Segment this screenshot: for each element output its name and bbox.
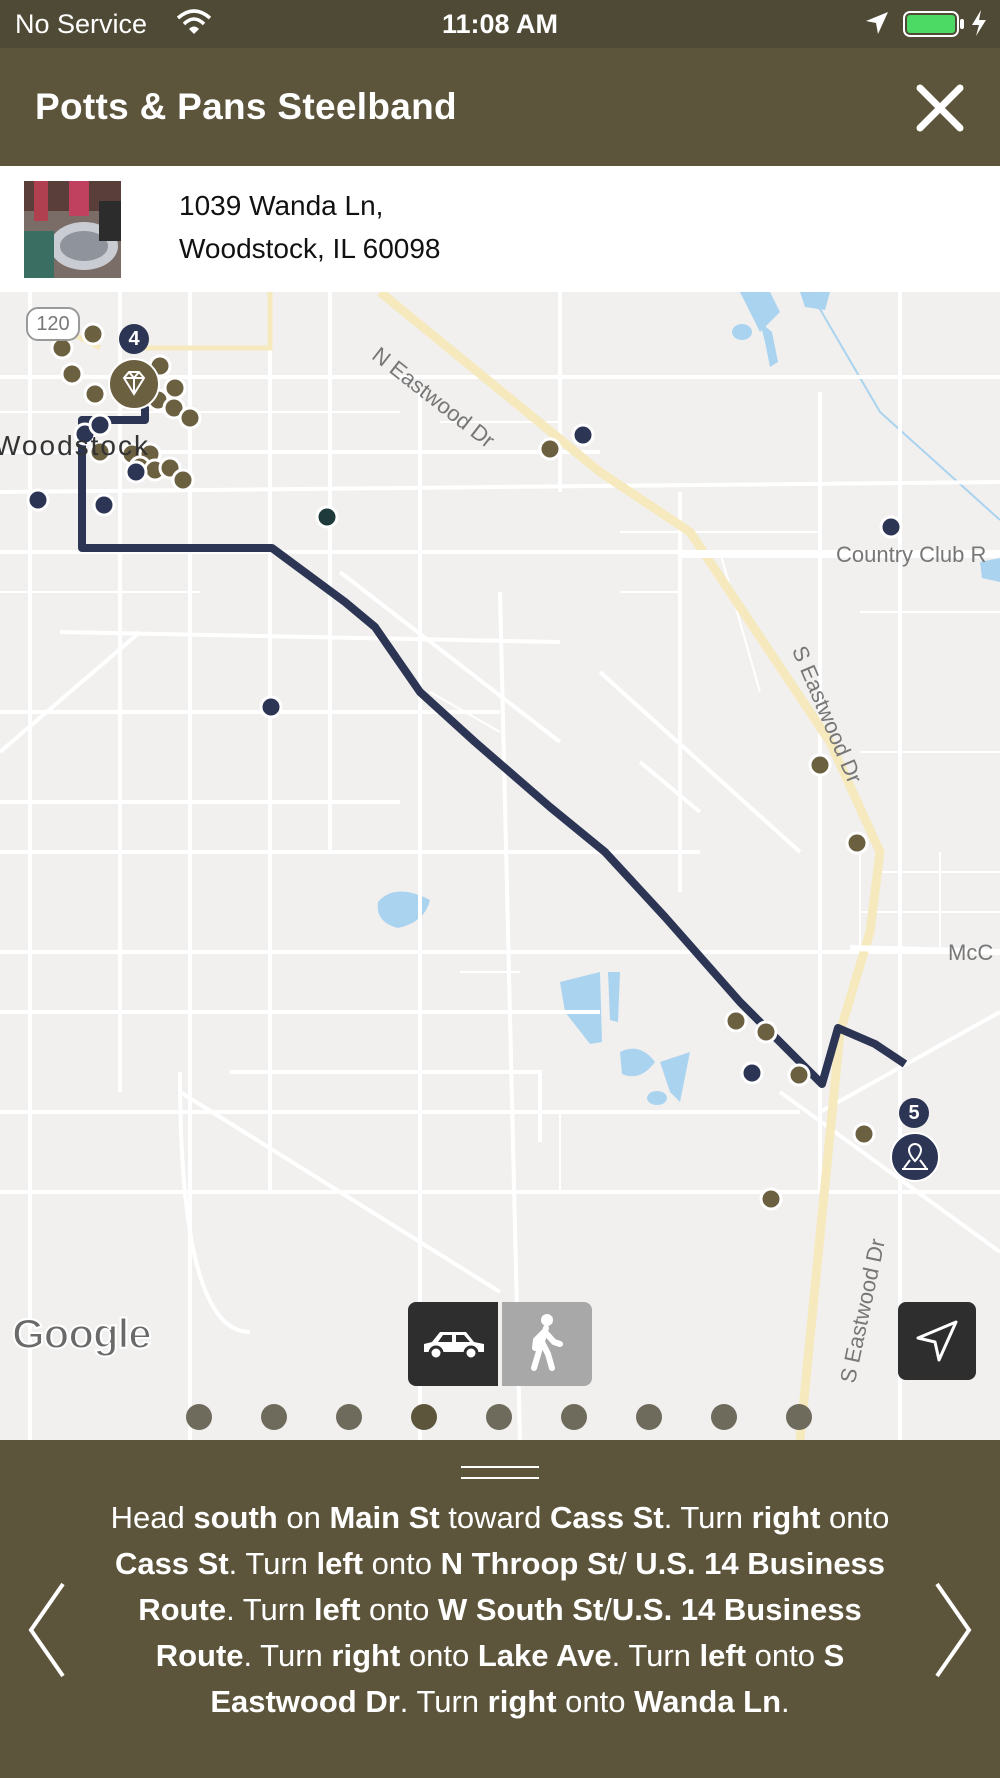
direction-keyword: Cass St (549, 1500, 664, 1535)
direction-text: onto (363, 1546, 441, 1581)
close-button[interactable] (912, 80, 968, 136)
direction-keyword: left (316, 1546, 364, 1581)
next-step-button[interactable] (925, 1580, 975, 1680)
page-title: Potts & Pans Steelband (35, 86, 457, 127)
poi-markers (26, 322, 903, 1211)
battery-icon (903, 10, 965, 45)
start-marker-badge: 4 (119, 324, 149, 354)
status-bar: No Service 11:08 AM (0, 0, 1000, 48)
venue-address: 1039 Wanda Ln, Woodstock, IL 60098 (179, 184, 441, 270)
previous-step-button[interactable] (25, 1580, 75, 1680)
page-dot[interactable] (786, 1404, 812, 1430)
direction-text: onto (820, 1500, 890, 1535)
location-arrow-icon (864, 10, 890, 43)
address-line-2: Woodstock, IL 60098 (179, 233, 441, 264)
car-icon (424, 1332, 484, 1361)
address-bar: 1039 Wanda Ln, Woodstock, IL 60098 (0, 166, 1000, 292)
drag-handle[interactable] (461, 1466, 539, 1488)
page-dot[interactable] (411, 1404, 437, 1430)
direction-text: on (277, 1500, 330, 1535)
page-dot[interactable] (261, 1404, 287, 1430)
direction-text: . Turn (243, 1638, 332, 1673)
direction-text: onto (556, 1684, 635, 1719)
walking-person-icon (531, 1314, 563, 1371)
direction-text: / (603, 1592, 612, 1627)
direction-text: . Turn (228, 1546, 317, 1581)
direction-keyword: N Throop St (440, 1546, 618, 1581)
travel-mode-toggle (408, 1302, 592, 1386)
start-marker[interactable]: 4 (106, 324, 166, 410)
nav-header: Potts & Pans Steelband (0, 48, 1000, 166)
route-line (78, 402, 908, 1088)
direction-keyword: Lake Ave (477, 1638, 612, 1673)
direction-keyword: Wanda Ln (634, 1684, 782, 1719)
direction-text: onto (360, 1592, 438, 1627)
route-120-shield: 120 (26, 307, 80, 341)
close-icon[interactable] (912, 80, 968, 136)
google-logo: Google (11, 1309, 153, 1358)
destination-marker-badge: 5 (899, 1098, 929, 1128)
direction-text: onto (400, 1638, 478, 1673)
direction-keyword: Cass St (114, 1546, 229, 1581)
directions-panel: Head south on Main St toward Cass St. Tu… (0, 1440, 1000, 1778)
status-time: 11:08 AM (441, 9, 559, 39)
directions-instructions: Head south on Main St toward Cass St. Tu… (105, 1495, 895, 1725)
charging-bolt-icon (970, 9, 988, 44)
direction-text: . (781, 1684, 790, 1719)
walk-mode-button[interactable] (502, 1302, 592, 1386)
page-dot[interactable] (636, 1404, 662, 1430)
direction-text: . Turn (663, 1500, 752, 1535)
road-label-mcc: McC (948, 940, 994, 965)
direction-keyword: left (313, 1592, 361, 1627)
band-photo-thumbnail[interactable] (24, 181, 121, 278)
page-dot[interactable] (186, 1404, 212, 1430)
page-dot[interactable] (561, 1404, 587, 1430)
destination-marker[interactable]: 5 (890, 1098, 946, 1184)
chevron-left-icon (28, 1582, 65, 1678)
direction-text: toward (439, 1500, 550, 1535)
road-label-country-club: Country Club R (836, 542, 987, 567)
direction-text: . Turn (611, 1638, 700, 1673)
direction-keyword: right (487, 1684, 557, 1719)
drive-mode-button[interactable] (408, 1302, 498, 1386)
direction-text: onto (746, 1638, 824, 1673)
page-dot[interactable] (486, 1404, 512, 1430)
direction-keyword: right (751, 1500, 821, 1535)
recenter-location-button[interactable] (898, 1302, 976, 1380)
direction-text: Head (110, 1500, 194, 1535)
direction-keyword: right (331, 1638, 401, 1673)
map-base (0, 292, 1000, 1440)
chevron-right-icon (935, 1582, 972, 1678)
town-label-woodstock: Woodstock (0, 430, 150, 461)
direction-keyword: south (193, 1500, 278, 1535)
map-pin-icon (890, 1132, 940, 1187)
direction-text: . Turn (226, 1592, 314, 1627)
page-dot[interactable] (336, 1404, 362, 1430)
direction-text: / (617, 1546, 636, 1581)
direction-text: . Turn (399, 1684, 488, 1719)
diamond-icon (108, 358, 160, 415)
direction-keyword: left (699, 1638, 747, 1673)
page-dot[interactable] (711, 1404, 737, 1430)
direction-keyword: W South St (438, 1592, 604, 1627)
direction-keyword: Main St (329, 1500, 440, 1535)
address-line-1: 1039 Wanda Ln, (179, 190, 384, 221)
navigation-arrow-icon (916, 1320, 958, 1362)
route-map[interactable]: 120 N Eastwood Dr S Eastwood Dr S Eastwo… (0, 292, 1000, 1440)
